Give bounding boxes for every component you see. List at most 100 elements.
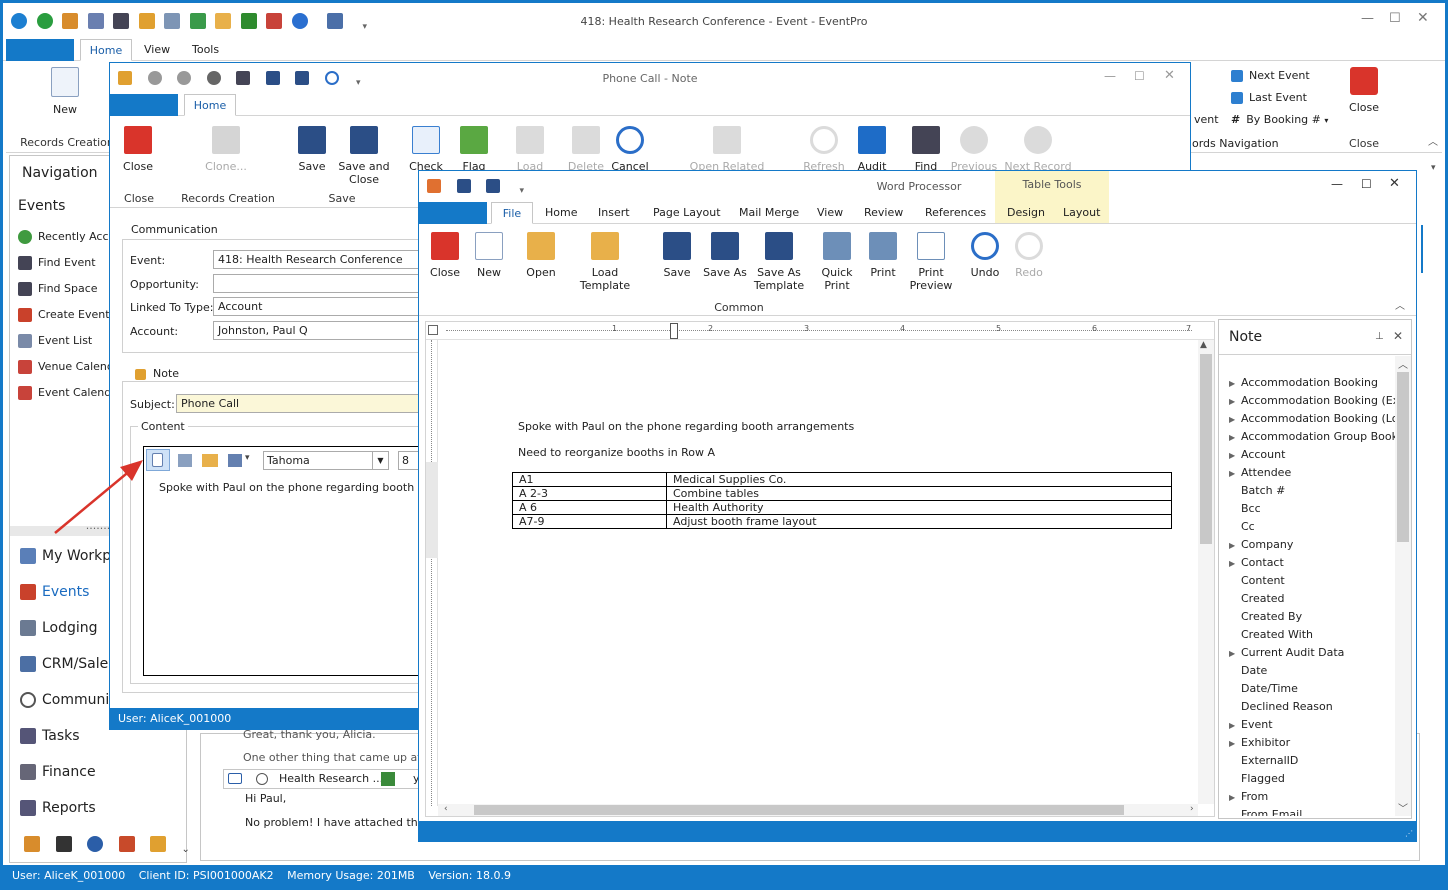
table-cell[interactable]: Adjust booth frame layout xyxy=(666,514,1172,529)
collapse-ribbon-icon[interactable]: ︿ xyxy=(1395,297,1405,312)
maximize-icon[interactable]: ☐ xyxy=(1389,11,1401,26)
tree-item[interactable]: Created With xyxy=(1229,626,1395,644)
expand-arrow-icon[interactable]: ▶ xyxy=(1229,789,1241,806)
tree-item[interactable]: ▶ Company xyxy=(1229,536,1395,554)
tree-item[interactable]: ▶ Accommodation Booking (Lo... xyxy=(1229,410,1395,428)
table-cell[interactable]: Combine tables xyxy=(666,486,1172,501)
format-icon[interactable] xyxy=(228,454,242,467)
table-cell[interactable]: A1 xyxy=(512,472,667,487)
main-close-button[interactable]: Close xyxy=(1334,67,1394,114)
scroll-down-icon[interactable]: ﹀ xyxy=(1398,800,1408,815)
document-line-1[interactable]: Spoke with Paul on the phone regarding b… xyxy=(518,420,854,433)
next-record-button[interactable]: Next Record xyxy=(1002,126,1074,173)
expand-arrow-icon[interactable]: ▶ xyxy=(1229,735,1241,752)
table-cell[interactable]: A 6 xyxy=(512,500,667,515)
last-event-button[interactable]: Last Event xyxy=(1231,91,1307,104)
scroll-up-icon[interactable]: ︿ xyxy=(1398,356,1408,371)
tree-item[interactable]: ▶ Event xyxy=(1229,716,1395,734)
minimize-icon[interactable]: — xyxy=(1104,69,1116,83)
scroll-up-icon[interactable]: ▲ xyxy=(1200,340,1207,350)
paperclip-icon[interactable] xyxy=(255,773,268,785)
expand-arrow-icon[interactable]: ▶ xyxy=(1229,537,1241,554)
opportunity-field[interactable] xyxy=(213,274,423,293)
subject-field[interactable]: Phone Call xyxy=(176,394,422,413)
tree-item[interactable]: ▶ Attendee xyxy=(1229,464,1395,482)
tab-view[interactable]: View xyxy=(809,202,851,224)
envelope-icon[interactable] xyxy=(228,773,242,784)
tree-item[interactable]: ▶ Account xyxy=(1229,446,1395,464)
horizontal-scrollbar[interactable]: ‹ › xyxy=(438,804,1198,816)
tab-tools[interactable]: Tools xyxy=(184,39,226,61)
tree-item[interactable]: ▶ Accommodation Booking xyxy=(1229,374,1395,392)
new-button[interactable]: New xyxy=(35,67,95,116)
expand-arrow-icon[interactable]: ▶ xyxy=(1229,375,1241,392)
tab-references[interactable]: References xyxy=(917,202,994,224)
customize-icon[interactable]: ▾ xyxy=(520,186,525,196)
format-dropdown-icon[interactable]: ▾ xyxy=(245,453,250,463)
tab-layout[interactable]: Layout xyxy=(1055,202,1108,224)
flag-button[interactable]: Flag xyxy=(444,126,504,173)
document-line-2[interactable]: Need to reorganize booths in Row A xyxy=(518,446,715,459)
save-and-close-button[interactable]: Save and Close xyxy=(334,126,394,186)
hscrollbar-thumb[interactable] xyxy=(474,805,1124,815)
panel-scrollbar[interactable]: ︿ ﹀ xyxy=(1395,356,1411,816)
pc-close-button[interactable]: Close xyxy=(108,126,168,173)
tree-item[interactable]: Bcc xyxy=(1229,500,1395,518)
shortcuts-icon[interactable] xyxy=(24,836,40,852)
word-app-icon[interactable] xyxy=(427,179,441,193)
maximize-icon[interactable]: ☐ xyxy=(1361,177,1372,191)
vertical-scrollbar[interactable]: ▲ xyxy=(1198,340,1214,804)
table-cell[interactable]: Health Authority xyxy=(666,500,1172,515)
tree-item[interactable]: Date xyxy=(1229,662,1395,680)
globe-icon[interactable] xyxy=(87,836,103,852)
tab-review[interactable]: Review xyxy=(856,202,911,224)
by-booking-button[interactable]: # By Booking # ▾ xyxy=(1231,113,1328,126)
tab-design[interactable]: Design xyxy=(999,202,1053,224)
word-save-as-button[interactable]: Save As xyxy=(695,232,755,279)
expand-arrow-icon[interactable]: ▶ xyxy=(1229,393,1241,410)
sort-icon[interactable] xyxy=(55,836,72,852)
tab-page-layout[interactable]: Page Layout xyxy=(645,202,729,224)
tree-item[interactable]: Flagged xyxy=(1229,770,1395,788)
save-all-icon[interactable] xyxy=(486,179,500,193)
tree-item[interactable]: From Email xyxy=(1229,806,1395,816)
table-cell[interactable]: A 2-3 xyxy=(512,486,667,501)
tree-item[interactable]: ▶ Current Audit Data xyxy=(1229,644,1395,662)
tree-item[interactable]: Created By xyxy=(1229,608,1395,626)
tree-item[interactable]: ▶ Accommodation Booking (Ex... xyxy=(1229,392,1395,410)
tab-stop-icon[interactable] xyxy=(428,325,438,335)
scroll-left-icon[interactable]: ‹ xyxy=(444,804,448,814)
indent-marker[interactable] xyxy=(670,323,678,339)
tab-home[interactable]: Home xyxy=(80,39,132,61)
event-field[interactable]: 418: Health Research Conference xyxy=(213,250,423,269)
save-icon[interactable] xyxy=(456,179,471,193)
document-table[interactable]: A1 Medical Supplies Co. A 2-3 Combine tabl… xyxy=(512,472,1172,529)
background-dropdown-icon[interactable]: ▾ xyxy=(1431,163,1436,173)
tree-item[interactable]: ExternalID xyxy=(1229,752,1395,770)
expand-arrow-icon[interactable]: ▶ xyxy=(1229,465,1241,482)
edit-icon[interactable] xyxy=(178,454,192,467)
tree-item[interactable]: Declined Reason xyxy=(1229,698,1395,716)
account-field[interactable]: Johnston, Paul Q xyxy=(213,321,423,340)
tree-item[interactable]: Content xyxy=(1229,572,1395,590)
cancel-button[interactable]: Cancel xyxy=(600,126,660,173)
word-new-button[interactable]: New xyxy=(459,232,519,279)
save-as-template-button[interactable]: Save As Template xyxy=(749,232,809,292)
tree-item[interactable]: ▶ From xyxy=(1229,788,1395,806)
font-select[interactable]: Tahoma ▼ xyxy=(263,451,389,470)
linked-to-type-field[interactable]: Account xyxy=(213,297,423,316)
minimize-icon[interactable]: — xyxy=(1331,177,1343,191)
close-window-icon[interactable]: ✕ xyxy=(1389,176,1400,191)
open-related-button[interactable]: Open Related xyxy=(682,126,772,173)
tree-item[interactable]: Created xyxy=(1229,590,1395,608)
expand-arrow-icon[interactable]: ▶ xyxy=(1229,447,1241,464)
minimize-icon[interactable]: — xyxy=(1361,11,1374,26)
close-panel-icon[interactable]: ✕ xyxy=(1393,329,1403,343)
close-window-icon[interactable]: ✕ xyxy=(1417,10,1429,26)
tab-mail-merge[interactable]: Mail Merge xyxy=(731,202,807,224)
table-cell[interactable]: A7-9 xyxy=(512,514,667,529)
redo-button[interactable]: Redo xyxy=(999,232,1059,279)
graph-icon[interactable] xyxy=(150,836,166,852)
more-chevron-icon[interactable]: ⌄ xyxy=(182,844,190,855)
tab-insert[interactable]: Insert xyxy=(590,202,638,224)
